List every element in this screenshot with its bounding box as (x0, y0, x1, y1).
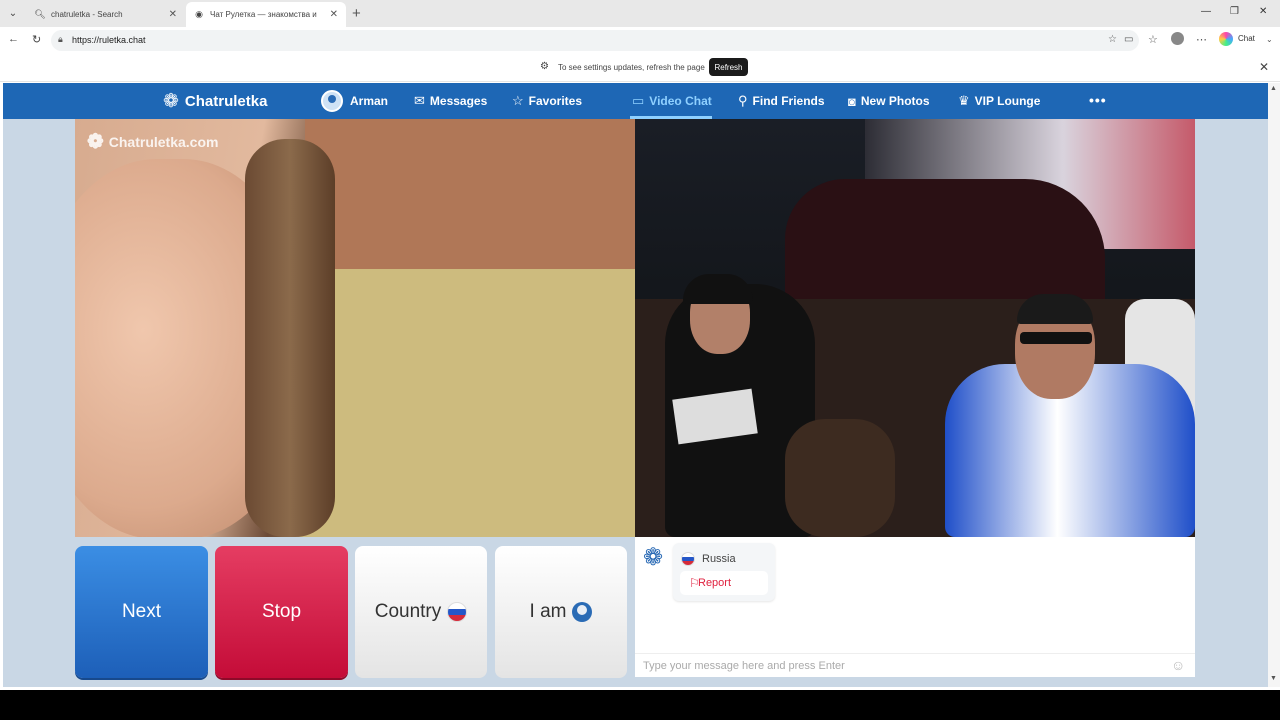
user-gender-icon (572, 602, 593, 622)
star-icon: ☆ (512, 93, 524, 108)
tab-list-icon[interactable]: ⌄ (4, 4, 22, 22)
user-name: Arman (350, 94, 389, 108)
close-icon[interactable]: ✕ (169, 9, 177, 20)
more-icon[interactable]: ⋯ (1196, 33, 1207, 46)
flag-icon: ⚐ (689, 576, 700, 590)
profile-avatar[interactable] (1171, 32, 1184, 45)
nav-vip-lounge[interactable]: ♛ VIP Lounge (958, 83, 1040, 119)
scroll-down-icon[interactable]: ▼ (1270, 675, 1277, 682)
russia-flag-icon (447, 602, 468, 622)
new-tab-icon[interactable]: + (352, 5, 361, 22)
video-person (1020, 332, 1092, 344)
flower-logo-icon: ❁ (163, 90, 179, 112)
reload-icon[interactable]: ↻ (32, 33, 41, 46)
nav-label: Favorites (528, 94, 583, 108)
search-icon: ⚲ (738, 93, 748, 108)
site-navbar: ❁ Chatruletka Arman ✉ Messages ☆ Favorit… (3, 83, 1268, 119)
gender-button[interactable]: I am (495, 546, 627, 678)
nav-messages[interactable]: ✉ Messages (414, 83, 487, 119)
scrollbar[interactable]: ▲ ▼ (1268, 83, 1280, 687)
partner-info-card: Russia ⚐ Report (673, 543, 775, 601)
chevron-down-icon[interactable]: ⌄ (1266, 35, 1273, 44)
video-person (1017, 294, 1093, 324)
video-icon: ▭ (632, 93, 645, 108)
refresh-button[interactable]: Refresh (709, 58, 748, 76)
browser-window: ⌄ 🔍︎ chatruletka - Search ✕ ◉ Чат Рулетк… (0, 0, 1280, 690)
camera-icon: ◙ (848, 93, 856, 109)
close-icon[interactable]: ✕ (330, 9, 338, 20)
russia-flag-icon (681, 552, 695, 566)
gear-icon: ⚙ (540, 61, 549, 72)
report-button[interactable]: ⚐ Report (680, 571, 768, 595)
tab-strip: ⌄ 🔍︎ chatruletka - Search ✕ ◉ Чат Рулетк… (0, 0, 1280, 27)
copilot-icon[interactable] (1219, 32, 1233, 46)
nav-video-chat[interactable]: ▭ Video Chat (632, 83, 712, 119)
nav-user[interactable]: Arman (321, 83, 388, 119)
self-video (635, 119, 1195, 537)
watermark: ❁ Chatruletka.com (87, 129, 218, 154)
chat-button[interactable]: Chat (1238, 34, 1255, 43)
close-icon[interactable]: ✕ (1259, 60, 1269, 74)
favorite-star-icon[interactable]: ☆ (1108, 34, 1117, 45)
site-icon: ◉ (195, 9, 203, 19)
report-label: Report (698, 577, 732, 589)
watermark-text: Chatruletka.com (108, 133, 219, 150)
scroll-up-icon[interactable]: ▲ (1270, 85, 1277, 92)
page: ❁ Chatruletka Arman ✉ Messages ☆ Favorit… (3, 83, 1268, 687)
brand-name: Chatruletka (184, 92, 268, 110)
nav-find-friends[interactable]: ⚲ Find Friends (738, 83, 825, 119)
next-label: Next (121, 601, 162, 622)
address-bar: ← ↻ 🔒︎ https://ruletka.chat ☆ ▭ ☆ ⋯ Chat… (0, 27, 1280, 53)
info-message: To see settings updates, refresh the pag… (558, 63, 705, 72)
url-box[interactable]: 🔒︎ https://ruletka.chat ☆ ▭ (51, 30, 1139, 51)
info-bar: ⚙ To see settings updates, refresh the p… (0, 53, 1280, 82)
search-icon: 🔍︎ (34, 9, 46, 19)
url-text[interactable]: https://ruletka.chat (72, 35, 146, 45)
chat-message-input[interactable]: Type your message here and press Enter (635, 653, 1195, 677)
crown-icon: ♛ (958, 93, 970, 108)
back-icon[interactable]: ← (8, 33, 19, 45)
flower-logo-icon: ❁ (87, 131, 104, 153)
video-person (245, 139, 335, 537)
avatar (321, 90, 343, 112)
video-dog (785, 419, 895, 537)
video-background (305, 119, 635, 269)
stop-label: Stop (261, 601, 302, 622)
stop-button[interactable]: Stop (215, 546, 348, 678)
partner-video: ❁ Chatruletka.com (75, 119, 635, 537)
envelope-icon: ✉ (414, 93, 425, 108)
tab-search[interactable]: 🔍︎ chatruletka - Search ✕ (27, 2, 185, 27)
minimize-icon[interactable]: — (1201, 6, 1211, 17)
country-label: Country (374, 601, 442, 622)
nav-label: Video Chat (649, 94, 712, 108)
restore-icon[interactable]: ❐ (1230, 6, 1239, 17)
more-menu-icon[interactable]: ••• (1089, 92, 1107, 108)
video-person (683, 274, 753, 304)
country-button[interactable]: Country (355, 546, 487, 678)
emoji-icon[interactable]: ☺ (1171, 657, 1185, 673)
close-window-icon[interactable]: ✕ (1259, 6, 1267, 17)
tab-title: Чат Рулетка — знакомства и (210, 10, 317, 19)
nav-favorites[interactable]: ☆ Favorites (512, 83, 582, 119)
iam-label: I am (529, 601, 567, 622)
nav-label: New Photos (860, 94, 930, 108)
partner-country: Russia (702, 553, 736, 565)
chat-panel: ❁ Russia ⚐ Report Type your message here… (635, 537, 1195, 677)
tab-title: chatruletka - Search (51, 10, 123, 19)
nav-label: Find Friends (752, 94, 825, 108)
nav-new-photos[interactable]: ◙ New Photos (848, 83, 930, 119)
nav-label: VIP Lounge (974, 94, 1041, 108)
favorites-icon[interactable]: ☆ (1148, 33, 1158, 46)
tab-ruletka[interactable]: ◉ Чат Рулетка — знакомства и ✕ (186, 2, 346, 27)
reader-icon[interactable]: ▭ (1124, 34, 1133, 45)
nav-label: Messages (429, 94, 488, 108)
video-background (285, 269, 635, 537)
brand-logo[interactable]: ❁ Chatruletka (163, 83, 267, 119)
flower-logo-icon: ❁ (643, 544, 664, 571)
lock-icon: 🔒︎ (58, 34, 63, 44)
next-button[interactable]: Next (75, 546, 208, 678)
